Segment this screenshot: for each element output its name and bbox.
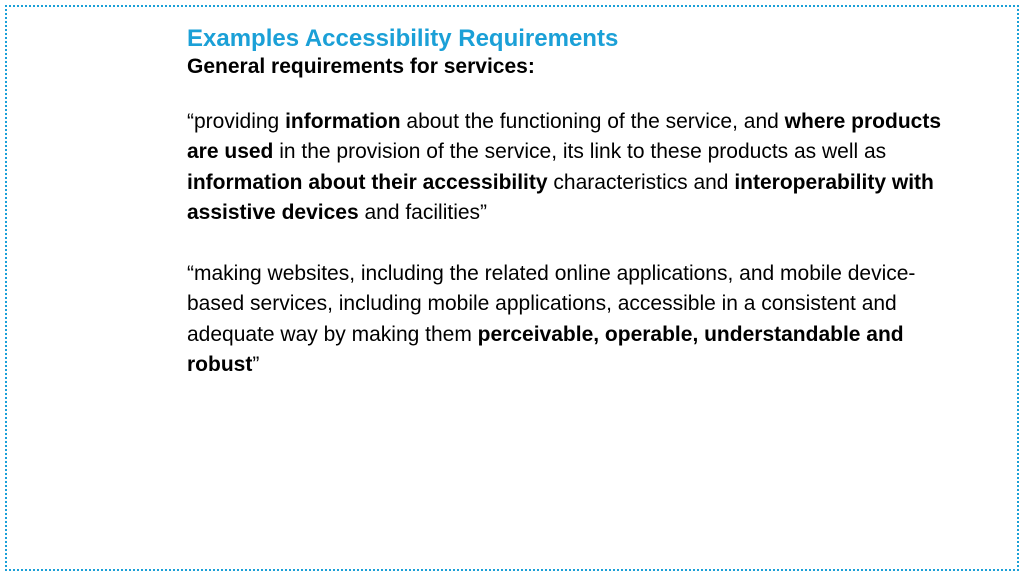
p1-bold-3: information about their accessibility — [187, 171, 548, 194]
paragraph-2: “making websites, including the related … — [187, 259, 957, 381]
p1-text-4: characteristics and — [548, 171, 735, 194]
p2-text-2: ” — [252, 353, 259, 376]
slide-title: Examples Accessibility Requirements — [187, 25, 957, 53]
p1-text-2: about the functioning of the service, an… — [401, 110, 785, 133]
p1-bold-1: information — [285, 110, 401, 133]
p1-text-1: “providing — [187, 110, 285, 133]
p1-text-3: in the provision of the service, its lin… — [273, 140, 886, 163]
slide-frame: Examples Accessibility Requirements Gene… — [5, 5, 1019, 571]
slide-subtitle: General requirements for services: — [187, 55, 957, 79]
paragraph-1: “providing information about the functio… — [187, 107, 957, 229]
p1-text-5: and facilities” — [359, 201, 487, 224]
